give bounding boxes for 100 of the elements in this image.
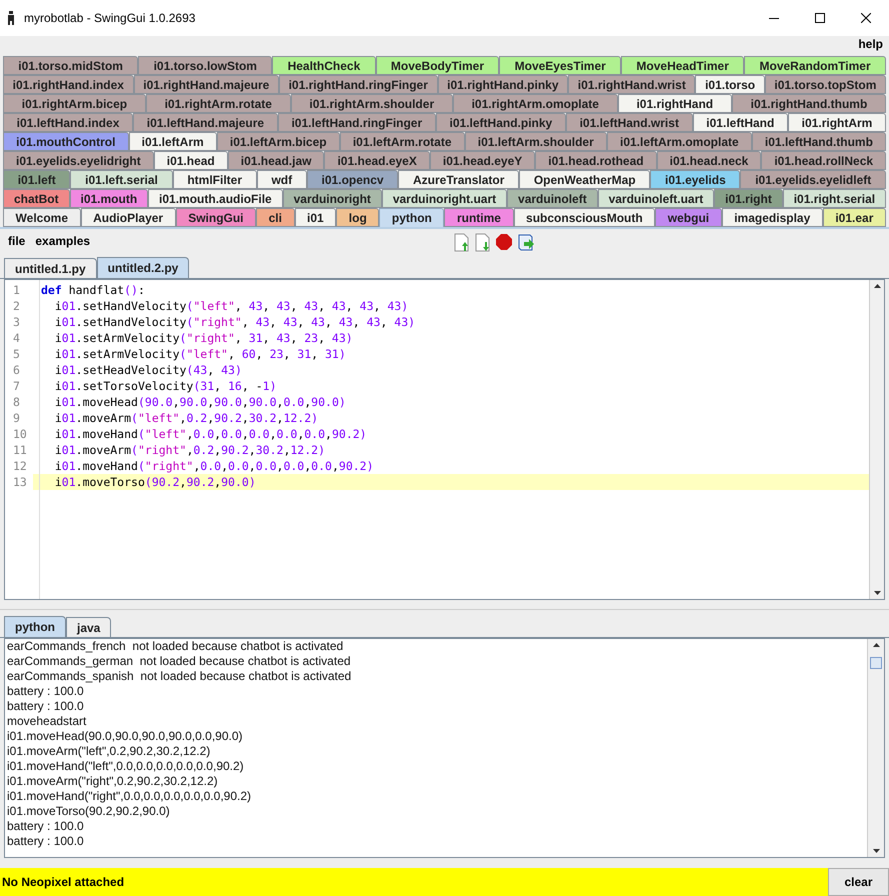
service-tab[interactable]: webgui: [655, 208, 722, 227]
service-tab[interactable]: i01.torso.midStom: [3, 56, 138, 75]
scroll-down-icon[interactable]: [872, 849, 880, 853]
service-tab[interactable]: python: [379, 208, 444, 227]
console-line: battery : 100.0: [7, 819, 85, 834]
service-tab[interactable]: i01.torso.lowStom: [138, 56, 272, 75]
service-tab[interactable]: i01.leftArm.shoulder: [464, 132, 607, 151]
run-script-icon[interactable]: [516, 233, 535, 252]
upload-file-icon[interactable]: [453, 233, 471, 252]
service-tab[interactable]: i01.rightArm.rotate: [146, 94, 291, 113]
service-tab[interactable]: HealthCheck: [272, 56, 376, 75]
service-tab[interactable]: MoveRandomTimer: [744, 56, 886, 75]
service-tab[interactable]: i01.head.neck: [656, 151, 762, 170]
service-tab[interactable]: i01.ear: [822, 208, 886, 227]
scroll-thumb[interactable]: [870, 657, 882, 669]
scroll-down-icon[interactable]: [874, 591, 880, 595]
service-tab[interactable]: i01.head.rothead: [535, 151, 657, 170]
menu-item[interactable]: help: [858, 35, 883, 53]
service-tab[interactable]: i01.leftArm.rotate: [340, 132, 465, 151]
console-line: earCommands_german not loaded because chatbot is activated: [7, 654, 352, 669]
service-tab[interactable]: i01.eyelids: [650, 170, 740, 189]
service-tab[interactable]: OpenWeatherMap: [519, 170, 650, 189]
service-tab[interactable]: AzureTranslator: [398, 170, 520, 189]
service-tab[interactable]: i01.head.eyeY: [430, 151, 536, 170]
service-tab[interactable]: i01.rightHand.index: [3, 75, 134, 94]
service-tab[interactable]: MoveHeadTimer: [621, 56, 744, 75]
stop-icon[interactable]: [495, 233, 513, 251]
service-tab[interactable]: i01.rightHand.pinky: [438, 75, 568, 94]
service-tab[interactable]: i01.rightHand.ringFinger: [278, 75, 438, 94]
service-tab[interactable]: wdf: [256, 170, 307, 189]
service-tab[interactable]: i01.head.eyeX: [324, 151, 430, 170]
service-tab[interactable]: i01.leftHand: [692, 113, 788, 132]
service-tab[interactable]: subconsciousMouth: [514, 208, 656, 227]
service-tab[interactable]: i01: [294, 208, 336, 227]
service-tab[interactable]: i01.mouth.audioFile: [148, 189, 283, 208]
service-tab[interactable]: MoveBodyTimer: [376, 56, 500, 75]
service-tab[interactable]: i01.eyelids.eyelidright: [3, 151, 154, 170]
service-tab[interactable]: i01.leftHand.wrist: [566, 113, 693, 132]
service-tab[interactable]: i01.torso.topStom: [764, 75, 886, 94]
service-tab[interactable]: Welcome: [3, 208, 81, 227]
service-tab[interactable]: i01.left: [3, 170, 70, 189]
service-tab[interactable]: i01.rightHand.thumb: [732, 94, 886, 113]
service-tab[interactable]: SwingGui: [176, 208, 256, 227]
scrollbar[interactable]: [867, 639, 884, 857]
file-tab[interactable]: java: [66, 617, 112, 637]
service-tab[interactable]: i01.leftHand.majeure: [133, 113, 278, 132]
service-tab[interactable]: i01.opencv: [306, 170, 398, 189]
file-tab[interactable]: untitled.2.py: [96, 257, 190, 278]
scroll-up-icon[interactable]: [872, 643, 880, 647]
service-tab[interactable]: i01.rightHand: [618, 94, 732, 113]
service-tab[interactable]: log: [336, 208, 380, 227]
service-tab[interactable]: i01.leftArm.omoplate: [606, 132, 752, 151]
service-tab[interactable]: i01.leftHand.index: [3, 113, 134, 132]
service-tab[interactable]: varduinoright: [282, 189, 382, 208]
service-tab[interactable]: i01.leftArm: [128, 132, 217, 151]
service-tab[interactable]: i01.mouthControl: [3, 132, 129, 151]
service-tab[interactable]: i01.head.rollNeck: [761, 151, 886, 170]
service-tab[interactable]: i01.rightHand.wrist: [568, 75, 696, 94]
service-tab[interactable]: i01.eyelids.eyelidleft: [740, 170, 886, 189]
menu-item[interactable]: file: [8, 232, 26, 250]
service-tab[interactable]: i01.leftHand.ringFinger: [278, 113, 436, 132]
service-tab[interactable]: varduinoleft: [507, 189, 598, 208]
service-tab[interactable]: MoveEyesTimer: [499, 56, 622, 75]
scroll-up-icon[interactable]: [874, 284, 880, 288]
service-tab[interactable]: imagedisplay: [722, 208, 823, 227]
maximize-icon: [815, 13, 825, 23]
clear-button[interactable]: clear: [828, 868, 889, 896]
console-line: i01.moveHead(90.0,90.0,90.0,90.0,0.0,90.0): [7, 729, 244, 744]
code-line: i01.moveHand("left",0.0,0.0,0.0,0.0,0.0,90.2): [54, 426, 367, 442]
service-tab[interactable]: i01.head.jaw: [228, 151, 324, 170]
scrollbar[interactable]: [869, 280, 884, 599]
service-tab[interactable]: runtime: [444, 208, 514, 227]
service-tab[interactable]: i01.rightArm.bicep: [3, 94, 146, 113]
download-file-icon[interactable]: [474, 233, 492, 252]
service-tab[interactable]: htmlFilter: [172, 170, 257, 189]
service-tab[interactable]: i01.head: [154, 151, 228, 170]
service-tab[interactable]: AudioPlayer: [80, 208, 176, 227]
service-tab[interactable]: i01.rightHand.majeure: [134, 75, 279, 94]
service-tab[interactable]: i01.torso: [695, 75, 765, 94]
service-tab[interactable]: varduinoright.uart: [382, 189, 508, 208]
file-tab[interactable]: python: [4, 616, 66, 637]
service-tab[interactable]: i01.right.serial: [782, 189, 886, 208]
service-tab[interactable]: i01.leftHand.pinky: [436, 113, 566, 132]
service-tab[interactable]: i01.right: [714, 189, 783, 208]
service-tab[interactable]: chatBot: [3, 189, 70, 208]
service-tab[interactable]: i01.rightArm.omoplate: [452, 94, 618, 113]
service-tab[interactable]: i01.mouth: [70, 189, 148, 208]
service-tab[interactable]: cli: [256, 208, 294, 227]
service-tab[interactable]: i01.rightArm.shoulder: [290, 94, 453, 113]
code-line: i01.setHandVelocity("right", 43, 43, 43, 43, 43, 43): [54, 314, 416, 330]
service-tab[interactable]: varduinoleft.uart: [598, 189, 714, 208]
close-icon: [861, 13, 871, 23]
service-tab[interactable]: i01.rightArm: [788, 113, 886, 132]
file-tab[interactable]: untitled.1.py: [4, 258, 97, 278]
app-icon: [6, 10, 16, 26]
menu-item[interactable]: examples: [35, 232, 90, 250]
service-tab[interactable]: i01.left.serial: [70, 170, 173, 189]
service-tab[interactable]: i01.leftHand.thumb: [752, 132, 886, 151]
console-line: earCommands_french not loaded because chatbot is activated: [7, 639, 344, 654]
service-tab[interactable]: i01.leftArm.bicep: [216, 132, 340, 151]
